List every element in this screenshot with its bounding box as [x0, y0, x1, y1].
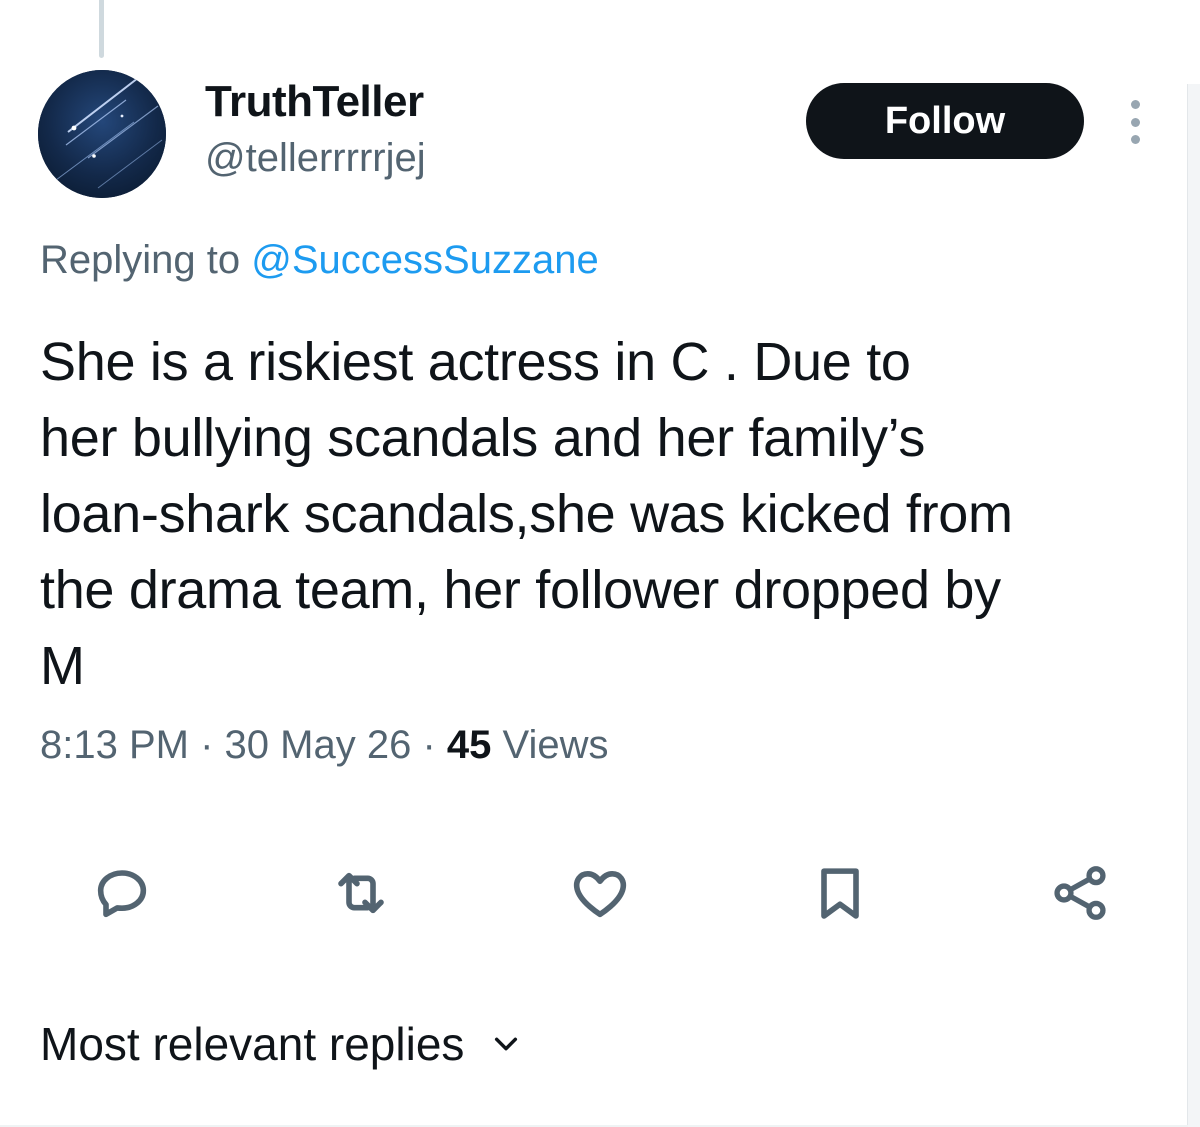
reply-context-prefix: Replying to — [40, 238, 241, 282]
follow-button[interactable]: Follow — [806, 83, 1084, 159]
tweet-date[interactable]: 30 May 26 — [225, 723, 412, 767]
avatar-meteor-image — [38, 70, 166, 198]
more-dot — [1130, 117, 1140, 127]
meta-separator: · — [200, 723, 214, 767]
reply-context: Replying to @SuccessSuzzane — [40, 235, 599, 285]
replies-sort-dropdown[interactable]: Most relevant replies — [40, 1016, 522, 1072]
heart-icon — [573, 871, 627, 918]
replies-sort-label: Most relevant replies — [40, 1018, 465, 1070]
retweet-button[interactable] — [326, 858, 396, 928]
meta-separator: · — [422, 723, 436, 767]
more-dot — [1130, 100, 1140, 109]
reply-button[interactable] — [87, 858, 157, 928]
views-count: 45 — [446, 723, 492, 767]
more-dot — [1130, 135, 1140, 144]
reply-mention-link[interactable]: @SuccessSuzzane — [251, 238, 598, 282]
views-label: Views — [502, 723, 609, 767]
tweet-text: She is a riskiest actress in C . Due to … — [40, 332, 1013, 696]
retweet-icon — [338, 872, 384, 914]
bookmark-button[interactable] — [805, 858, 875, 928]
bookmark-icon — [821, 868, 859, 919]
more-vertical-icon[interactable] — [1121, 100, 1149, 144]
tweet-meta: 8:13 PM · 30 May 26 · 45 Views — [40, 720, 609, 770]
avatar[interactable] — [38, 70, 166, 198]
chevron-down-icon — [495, 1037, 518, 1051]
author-name[interactable]: TruthTeller — [205, 77, 424, 127]
author-handle[interactable]: @tellerrrrrjej — [205, 134, 426, 182]
like-button[interactable] — [565, 858, 635, 928]
tweet-time[interactable]: 8:13 PM — [40, 723, 189, 767]
thread-connector-line — [99, 0, 104, 58]
scrollbar-track[interactable] — [1187, 84, 1200, 1127]
share-icon — [1054, 866, 1106, 920]
reply-icon — [97, 870, 147, 918]
share-button[interactable] — [1045, 858, 1115, 928]
